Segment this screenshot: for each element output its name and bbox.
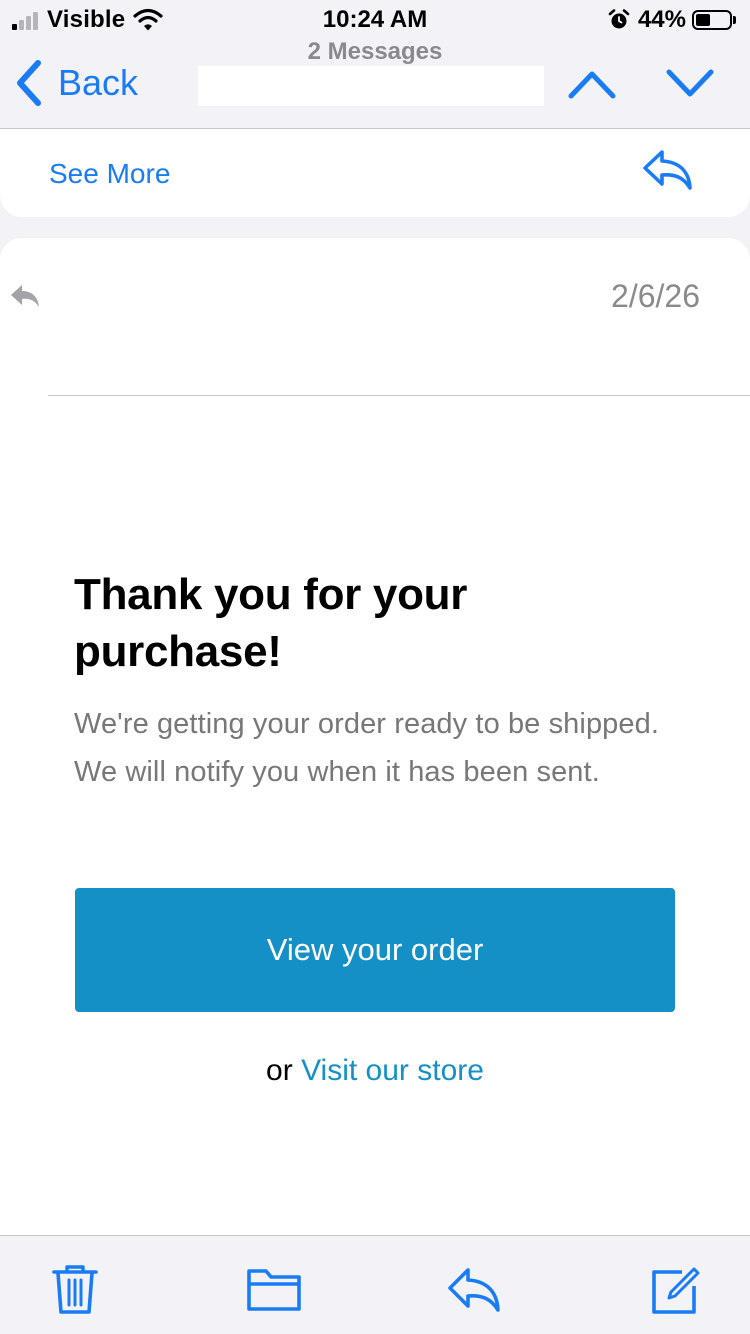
back-button[interactable]: Back bbox=[14, 58, 138, 108]
visit-store-link[interactable]: Visit our store bbox=[301, 1054, 484, 1087]
reply-icon[interactable] bbox=[640, 146, 696, 194]
store-link-line: or Visit our store bbox=[75, 1054, 675, 1088]
chevron-down-icon[interactable] bbox=[665, 64, 715, 104]
view-order-button[interactable]: View your order bbox=[75, 888, 675, 1012]
message-date: 2/6/26 bbox=[611, 278, 700, 314]
chevron-left-icon bbox=[17, 60, 41, 106]
redacted-subject bbox=[198, 66, 544, 106]
message-header-divider bbox=[48, 395, 750, 396]
bottom-toolbar bbox=[0, 1236, 750, 1334]
chevron-up-icon[interactable] bbox=[567, 64, 617, 104]
status-right-group: 44% bbox=[608, 6, 736, 34]
compose-icon[interactable] bbox=[644, 1262, 704, 1316]
back-label: Back bbox=[58, 62, 139, 103]
battery-fill bbox=[696, 14, 711, 26]
see-more-link[interactable]: See More bbox=[49, 158, 170, 190]
reply-icon[interactable] bbox=[444, 1262, 504, 1316]
trash-icon[interactable] bbox=[45, 1262, 105, 1316]
folder-icon[interactable] bbox=[244, 1262, 304, 1316]
battery-cap bbox=[733, 16, 736, 24]
email-heading: Thank you for your purchase! bbox=[74, 570, 468, 676]
email-body-text: We're getting your order ready to be shi… bbox=[74, 708, 660, 788]
battery-percentage: 44% bbox=[637, 6, 686, 33]
battery-icon bbox=[692, 10, 732, 30]
replied-arrow-icon bbox=[11, 285, 39, 307]
or-text: or bbox=[266, 1054, 293, 1087]
alarm-icon bbox=[608, 9, 630, 29]
